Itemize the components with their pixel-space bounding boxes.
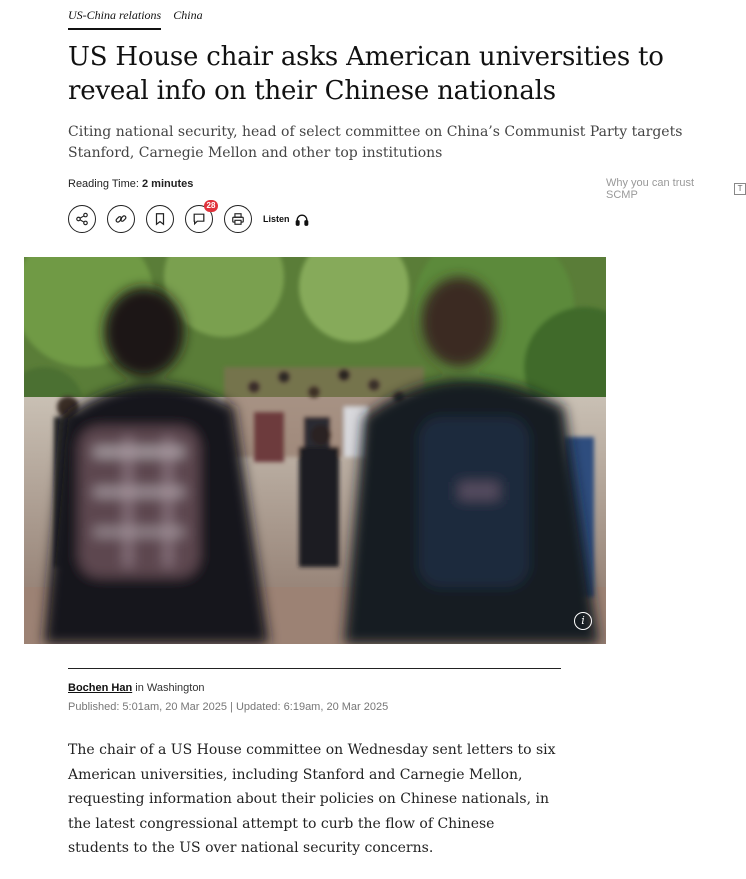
trust-link[interactable]: Why you can trust SCMP T (606, 177, 746, 201)
comment-icon (193, 213, 205, 226)
byline: Bochen Han in Washington (68, 682, 205, 694)
hero-photo-scene (24, 257, 606, 644)
comment-count-badge: 28 (204, 200, 218, 212)
listen-label[interactable]: Listen (263, 214, 290, 224)
byline-location: in Washington (135, 682, 205, 694)
article-headline: US House chair asks American universitie… (68, 42, 664, 106)
photo-info-icon[interactable]: i (574, 612, 592, 630)
trust-icon: T (734, 183, 746, 195)
share-button[interactable] (68, 205, 96, 233)
bookmark-button[interactable] (146, 205, 174, 233)
print-icon (232, 213, 244, 225)
author-link[interactable]: Bochen Han (68, 682, 132, 694)
copy-link-button[interactable] (107, 205, 135, 233)
trust-label[interactable]: Why you can trust SCMP (606, 177, 728, 201)
link-icon (115, 215, 127, 223)
article-body-paragraph: The chair of a US House committee on Wed… (68, 742, 556, 856)
article-subhead: Citing national security, head of select… (68, 124, 683, 161)
article-actions: 28 Listen (68, 200, 309, 233)
reading-time-value: 2 minutes (142, 178, 194, 190)
bookmark-icon (155, 213, 165, 226)
reading-time-label: Reading Time: (68, 178, 139, 190)
print-button[interactable] (224, 205, 252, 233)
share-icon (76, 212, 88, 226)
topic-tags: US-China relations China (68, 8, 203, 30)
topic-us-china-relations[interactable]: US-China relations (68, 8, 162, 30)
reading-time: Reading Time: 2 minutes (68, 178, 193, 190)
byline-divider (68, 668, 561, 669)
listen-button[interactable]: Listen (263, 213, 309, 226)
publish-dates: Published: 5:01am, 20 Mar 2025 | Updated… (68, 701, 389, 713)
hero-photo: i (24, 257, 606, 644)
topic-china[interactable]: China (173, 8, 202, 30)
comments-button[interactable]: 28 (185, 200, 218, 233)
headphones-icon (295, 214, 308, 226)
